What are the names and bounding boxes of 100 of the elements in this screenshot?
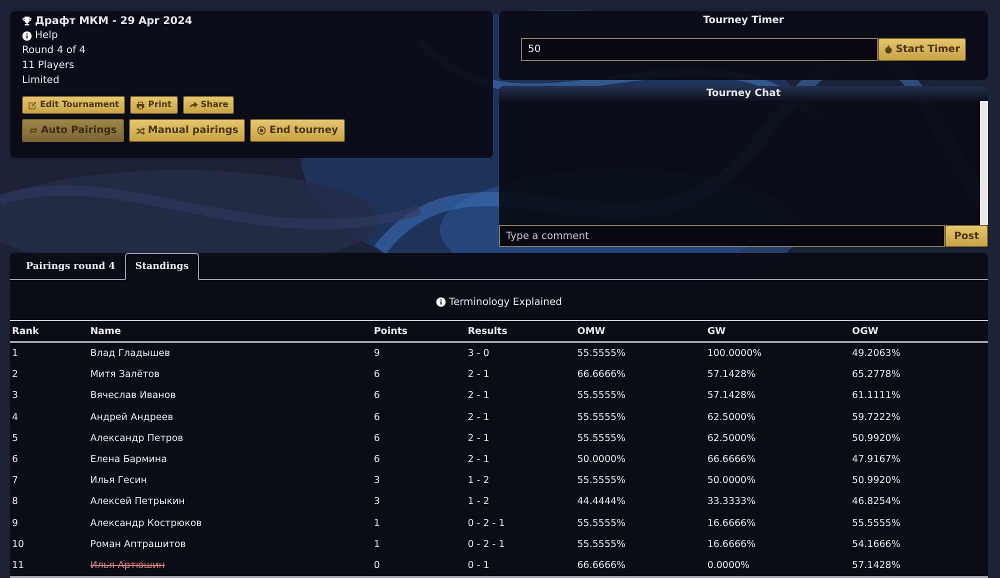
table-cell-text: 3 bbox=[372, 474, 381, 488]
table-cell-text: 55.5555% bbox=[576, 516, 627, 531]
info-icon bbox=[436, 297, 446, 307]
players-count: 11 Players bbox=[22, 59, 76, 73]
table-cell-text: 66.6666% bbox=[706, 453, 757, 468]
table-cell-text: 50.0000% bbox=[576, 453, 627, 468]
table-cell-text: 16.6666% bbox=[706, 538, 757, 552]
table-cell-text: 10 bbox=[11, 538, 26, 552]
column-header: OGW bbox=[850, 320, 988, 342]
table-cell: 1 bbox=[10, 342, 88, 364]
table-cell-text: 57.1428% bbox=[706, 368, 757, 382]
table-cell-text: 1 bbox=[372, 538, 381, 552]
start-timer-button[interactable]: Start Timer bbox=[878, 38, 966, 61]
table-cell-text: 55.5555% bbox=[576, 432, 627, 446]
help-link[interactable]: Help bbox=[35, 28, 58, 43]
share-icon bbox=[188, 100, 198, 110]
tab[interactable]: Pairings round 4 bbox=[16, 253, 126, 280]
table-cell-text: 46.8254% bbox=[851, 495, 902, 510]
table-cell-text: 6 bbox=[11, 453, 20, 468]
player-name: Елена Бармина bbox=[89, 453, 168, 468]
table-cell-text: 55.5555% bbox=[851, 516, 902, 531]
table-cell: 49.2063% bbox=[850, 342, 988, 364]
table-cell-text: 55.5555% bbox=[576, 389, 627, 404]
scrollbar[interactable] bbox=[980, 101, 988, 225]
table-cell: 55.5555% bbox=[575, 342, 706, 364]
table-cell-text: 6 bbox=[372, 453, 381, 468]
table-cell-text: 50.9920% bbox=[851, 432, 902, 446]
info-icon bbox=[22, 30, 32, 40]
table-cell-text: 7 bbox=[11, 474, 20, 488]
column-header: GW bbox=[705, 320, 850, 342]
table-cell-text: 9 bbox=[11, 516, 20, 531]
table-cell-text: 33.3333% bbox=[706, 495, 757, 510]
print-button[interactable]: Print bbox=[130, 96, 178, 114]
format-text: Limited bbox=[22, 74, 60, 88]
stopwatch-icon bbox=[884, 45, 893, 54]
timer-field[interactable]: 50 bbox=[521, 38, 878, 61]
player-name: Влад Гладышев bbox=[88, 342, 372, 364]
table-cell-text: 59.7222% bbox=[851, 410, 902, 425]
auto-pairings-button[interactable]: Auto Pairings bbox=[22, 119, 124, 142]
table-cell-text: 2 bbox=[11, 368, 20, 382]
table-cell-text: 62.5000% bbox=[706, 432, 757, 446]
comment-field[interactable]: Type a comment bbox=[499, 225, 946, 247]
table-cell-text: 6 bbox=[372, 389, 381, 404]
table-cell-text: 3 bbox=[372, 495, 381, 510]
table-cell-text: 2 - 1 bbox=[466, 453, 490, 468]
table-cell-text: 2 - 1 bbox=[466, 410, 490, 425]
table-cell: 0 - 1 bbox=[466, 554, 576, 578]
repeat-icon bbox=[29, 126, 38, 135]
table-cell-text: 66.6666% bbox=[576, 368, 627, 382]
player-name: Вячеслав Иванов bbox=[89, 389, 177, 404]
edit-button[interactable]: Edit Tournament bbox=[22, 96, 126, 114]
table-cell-text: 1 - 2 bbox=[466, 474, 490, 488]
player-name: Роман Аптрашитов bbox=[89, 538, 187, 552]
round-text: Round 4 of 4 bbox=[22, 44, 87, 58]
table-cell-text: 57.1428% bbox=[706, 389, 757, 404]
table-cell: 9 bbox=[372, 342, 466, 364]
table-cell-text: 0 - 2 - 1 bbox=[466, 538, 506, 552]
table-cell: 3 - 0 bbox=[466, 342, 576, 364]
table-cell-text: 16.6666% bbox=[706, 516, 757, 531]
table-cell-text: 55.5555% bbox=[576, 410, 627, 425]
table-cell: 11 bbox=[10, 554, 88, 578]
table-cell-text: 2 - 1 bbox=[466, 368, 490, 382]
table-cell: 0.0000% bbox=[705, 554, 850, 578]
manual-pairings-button[interactable]: Manual pairings bbox=[128, 119, 246, 142]
table-cell-text: 2 - 1 bbox=[466, 432, 490, 446]
table-cell-text: 55.5555% bbox=[576, 474, 627, 488]
table-cell-text: 47.9167% bbox=[851, 453, 902, 468]
timer-title: Tourney Timer bbox=[702, 14, 785, 28]
printer-icon bbox=[136, 100, 146, 110]
player-name: Александр Кострюков bbox=[89, 516, 203, 531]
chat-title: Tourney Chat bbox=[499, 86, 988, 101]
table-cell-text: 65.2778% bbox=[851, 368, 902, 382]
player-name: Митя Залётов bbox=[89, 368, 161, 382]
table-cell-text: 54.1666% bbox=[851, 538, 902, 552]
end-tourney-button[interactable]: End tourney bbox=[250, 119, 346, 142]
player-name: Алексей Петрыкин bbox=[89, 495, 186, 510]
table-cell: 100.0000% bbox=[705, 342, 850, 364]
edit-icon bbox=[28, 100, 37, 110]
player-name: Александр Петров bbox=[89, 432, 184, 446]
table-cell-text: 0 - 2 - 1 bbox=[466, 516, 506, 531]
shuffle-icon bbox=[136, 126, 145, 135]
share-button[interactable]: Share bbox=[182, 96, 234, 114]
tab[interactable]: Standings bbox=[125, 253, 199, 280]
table-cell-text: 6 bbox=[372, 432, 381, 446]
table-cell-text: 55.5555% bbox=[576, 538, 627, 552]
table-cell: 0 bbox=[372, 554, 466, 578]
column-header: Rank bbox=[10, 320, 88, 342]
table-cell-text: 50.9920% bbox=[851, 474, 902, 488]
table-cell-text: 6 bbox=[372, 410, 381, 425]
table-cell-text: 4 bbox=[11, 410, 20, 425]
post-button[interactable]: Post bbox=[945, 225, 988, 247]
table-cell-text: 1 - 2 bbox=[466, 495, 490, 510]
column-header: Points bbox=[372, 320, 466, 342]
table-cell: 57.1428% bbox=[850, 554, 988, 578]
player-name: Илья Гесин bbox=[89, 474, 148, 488]
terminology-link[interactable]: Terminology Explained bbox=[449, 296, 562, 308]
table-cell-text: 1 bbox=[372, 516, 381, 531]
column-header: Results bbox=[466, 320, 576, 342]
column-header: OMW bbox=[575, 320, 706, 342]
table-cell-text: 8 bbox=[11, 495, 20, 510]
